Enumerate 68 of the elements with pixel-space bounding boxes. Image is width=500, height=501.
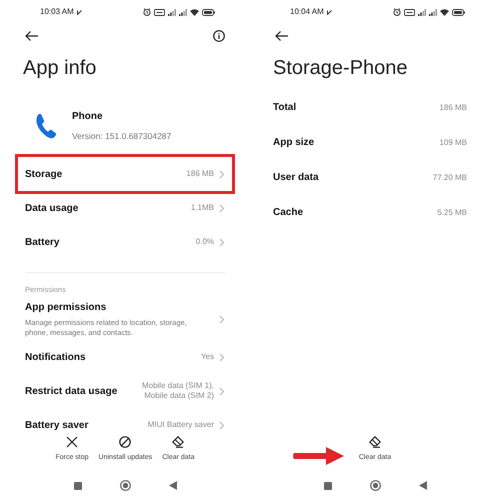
row-label: Battery saver (25, 418, 88, 430)
settings-row[interactable]: Battery saver MIUI Battery saver (0, 408, 250, 430)
row-value: MIUI Battery saver (146, 420, 214, 430)
chevron-right-icon (219, 352, 225, 362)
chevron-right-icon (219, 170, 225, 178)
row-label: Total (273, 101, 296, 115)
settings-row[interactable]: Notifications Yes (0, 340, 250, 374)
row-label: Storage (25, 168, 62, 182)
back-arrow-icon[interactable] (275, 31, 289, 41)
signal-icon (429, 8, 437, 16)
signal-icon (168, 8, 176, 16)
eraser-icon (172, 436, 184, 448)
chevron-right-icon (219, 238, 225, 246)
recent-apps-icon[interactable] (324, 482, 332, 490)
row-value: 186 MB (186, 168, 214, 180)
chevron-right-icon (219, 204, 225, 212)
screen-title: App info (23, 58, 96, 78)
back-arrow-icon[interactable] (25, 31, 39, 41)
alarm-clock-icon (393, 8, 401, 16)
row-label: Battery (25, 236, 60, 250)
vpn-icon (154, 8, 165, 16)
row-label: Restrict data usage (25, 384, 118, 398)
chevron-right-icon (219, 420, 225, 430)
settings-row[interactable]: Storage 186 MB (18, 157, 232, 191)
wifi-icon (190, 8, 199, 16)
row-value: Yes (200, 352, 214, 362)
recent-apps-icon[interactable] (74, 482, 82, 490)
status-time: 10:03 AM (40, 6, 74, 18)
row-value: 109 MB (439, 136, 467, 148)
back-icon[interactable] (168, 481, 176, 490)
vpn-icon (404, 8, 415, 16)
screen-title: Storage-Phone (273, 58, 408, 78)
home-icon[interactable] (370, 480, 380, 491)
settings-row[interactable]: Battery 0.0% (25, 225, 225, 259)
row-label: Data usage (25, 202, 78, 216)
row-label: Cache (273, 206, 304, 220)
signal-icon (418, 8, 426, 16)
row-value: 5.25 MB (437, 206, 467, 218)
row-label: App size (273, 136, 314, 150)
row-value: 77.20 MB (432, 172, 467, 184)
row-label: Notifications (25, 350, 86, 364)
wifi-icon (440, 8, 449, 16)
close-icon (66, 436, 78, 448)
battery-icon (452, 8, 465, 16)
chevron-right-icon (219, 386, 225, 396)
status-time: 10:04 AM (290, 6, 324, 18)
battery-icon (202, 8, 215, 16)
row-label: App permissions (25, 301, 108, 315)
settings-row[interactable]: Data usage 1.1MB (25, 191, 225, 225)
settings-row[interactable]: Restrict data usage Mobile data (SIM 1), Mobile data (SIM 2) (0, 374, 250, 408)
phone-app-icon (35, 113, 57, 139)
back-icon[interactable] (418, 481, 426, 490)
notification-icon (76, 10, 82, 14)
prohibited-icon (119, 436, 132, 448)
chevron-right-icon (219, 314, 225, 324)
home-icon[interactable] (120, 480, 130, 491)
row-value: 1.1MB (190, 202, 214, 214)
row-value: Mobile data (SIM 1), Mobile data (SIM 2) (140, 381, 214, 401)
row-label: User data (273, 171, 319, 185)
eraser-icon (368, 436, 381, 448)
notification-icon (326, 10, 332, 14)
signal-icon (179, 8, 187, 16)
row-value: 186 MB (439, 102, 467, 114)
app-name: Phone (72, 110, 104, 124)
row-value: 0.0% (196, 236, 214, 248)
info-icon[interactable] (213, 30, 225, 42)
alarm-clock-icon (143, 8, 151, 16)
app-version: Version: 151.0.687304287 (72, 130, 172, 143)
